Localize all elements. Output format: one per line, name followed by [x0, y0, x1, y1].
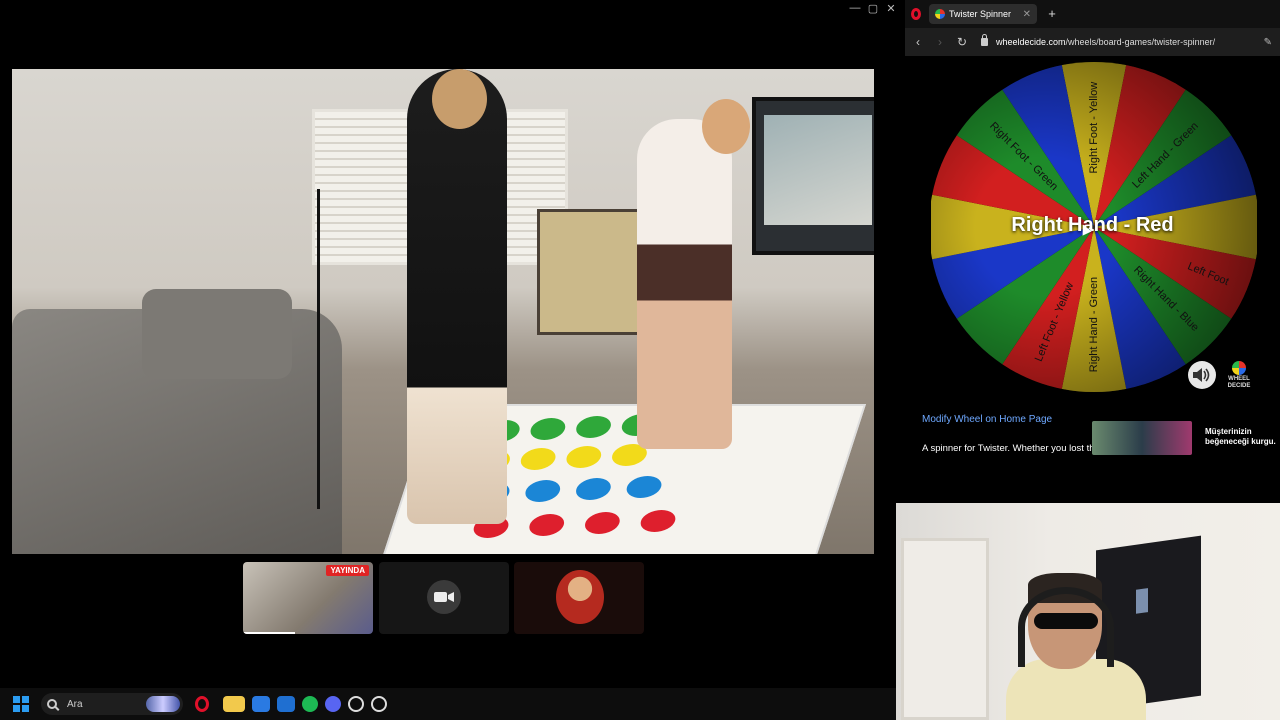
close-button[interactable]: ✕: [884, 2, 898, 15]
file-explorer-icon[interactable]: [223, 696, 245, 712]
speaker-icon: [1193, 368, 1210, 382]
wheel-favicon-icon: [935, 9, 945, 19]
opera-icon[interactable]: [195, 696, 209, 712]
tab-close-icon[interactable]: ✕: [1023, 9, 1031, 20]
obs-icon[interactable]: [371, 696, 387, 712]
thumbnail-progress: [243, 632, 295, 634]
live-badge: YAYINDA: [326, 565, 369, 576]
person-right-head: [702, 99, 750, 154]
modify-wheel-link[interactable]: Modify Wheel on Home Page: [922, 414, 1052, 425]
edit-icon[interactable]: ✎: [1264, 37, 1272, 48]
wheeldecide-logo[interactable]: WHEEL DECIDE: [1223, 359, 1255, 391]
tab-bar: Twister Spinner ✕ +: [905, 0, 1280, 28]
wheel-slice-label: Right Foot - Yellow: [1088, 82, 1100, 174]
forward-icon[interactable]: ›: [931, 35, 949, 49]
sofa-cushion: [142, 289, 292, 379]
spin-result: Right Hand - Red: [1011, 214, 1174, 236]
search-highlight-art: [146, 696, 180, 712]
lock-icon: [981, 34, 988, 46]
mail-icon[interactable]: [277, 696, 295, 712]
back-icon[interactable]: ‹: [909, 35, 927, 49]
page-content: Right Foot - Yellow Left Hand - Green Righ…: [905, 56, 1280, 460]
avatar: [556, 570, 604, 624]
search-placeholder: Ara: [67, 698, 83, 710]
streamer: [1006, 573, 1146, 720]
window-controls: — ▢ ✕: [848, 0, 898, 16]
webcam-overlay: [896, 503, 1280, 720]
main-video-feed[interactable]: [12, 69, 874, 554]
camera-icon: [427, 580, 461, 614]
wall-tv: [752, 97, 874, 255]
sound-toggle-button[interactable]: [1188, 361, 1216, 389]
tripod: [317, 189, 320, 509]
thumbnail-camera-off[interactable]: [379, 562, 509, 634]
spotify-icon[interactable]: [302, 696, 318, 712]
browser-window: Twister Spinner ✕ + ‹ › ↻ wheeldecide.co…: [905, 0, 1280, 460]
taskbar: Ara: [0, 688, 896, 720]
tab-twister-spinner[interactable]: Twister Spinner ✕: [929, 4, 1037, 24]
wheel-logo-icon: [1232, 360, 1246, 375]
reload-icon[interactable]: ↻: [953, 35, 971, 49]
windows-start-icon[interactable]: [13, 696, 29, 712]
sunglasses: [1034, 613, 1098, 629]
maximize-button[interactable]: ▢: [866, 2, 880, 15]
person-left-head: [432, 69, 487, 129]
wheel-description: A spinner for Twister. Whether you lost …: [922, 443, 1092, 454]
new-tab-button[interactable]: +: [1045, 7, 1059, 21]
tab-title: Twister Spinner: [949, 9, 1012, 19]
browser-alt-icon[interactable]: [348, 696, 364, 712]
tv-screen: [764, 115, 872, 225]
address-bar: ‹ › ↻ wheeldecide.com/wheels/board-games…: [905, 28, 1280, 56]
streamer-shirt: [1006, 659, 1146, 720]
discord-icon[interactable]: [325, 696, 341, 712]
store-icon[interactable]: [252, 696, 270, 712]
ad-image[interactable]: [1092, 421, 1192, 455]
minimize-button[interactable]: —: [848, 2, 862, 14]
opera-logo-icon[interactable]: [911, 8, 921, 20]
thumbnail-live-stream[interactable]: YAYINDA: [243, 562, 373, 634]
person-left: [407, 69, 507, 524]
wheel-slice-label: Right Hand - Green: [1088, 277, 1100, 372]
url-field[interactable]: wheeldecide.com/wheels/board-games/twist…: [996, 37, 1215, 47]
person-right: [637, 119, 732, 449]
thumbnail-avatar[interactable]: [514, 562, 644, 634]
search-icon: [47, 699, 57, 709]
ad-text[interactable]: Müşterinizin beğeneceği kurgu.: [1205, 427, 1280, 447]
taskbar-search[interactable]: Ara: [41, 693, 183, 715]
door: [901, 538, 989, 720]
